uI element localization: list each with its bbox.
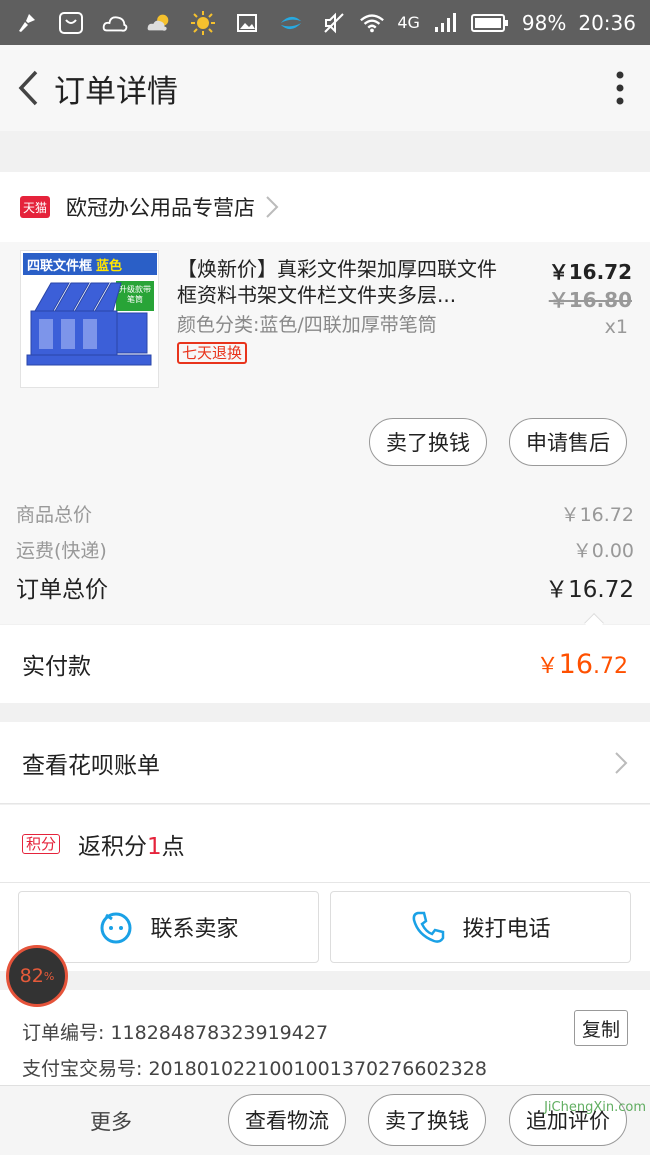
shipping-value: ￥0.00 [572, 540, 634, 562]
cloud-cat-icon [102, 10, 128, 36]
chat-bubble-icon [100, 912, 132, 944]
goods-total-row: 商品总价 ￥16.72 [16, 500, 634, 527]
contact-seller-label: 联系卖家 [150, 917, 239, 942]
weather-cloudy-icon [146, 10, 172, 36]
more-vertical-icon [616, 71, 624, 105]
back-button[interactable] [10, 63, 46, 113]
order-info: 订单编号: 118284878323919427 支付宝交易号: 2018010… [0, 990, 650, 1085]
chevron-right-icon [615, 751, 628, 774]
status-bar: 4G 98% 20:36 [0, 0, 650, 45]
copy-button[interactable]: 复制 [574, 1010, 628, 1046]
order-number: 订单编号: 118284878323919427 [22, 1022, 329, 1044]
sell-button[interactable]: 卖了换钱 [369, 418, 487, 466]
more-link[interactable]: 更多 [90, 1106, 132, 1136]
huabei-bill-row[interactable]: 查看花呗账单 [0, 722, 650, 804]
product-thumbnail[interactable]: 四联文件框 蓝色 升级款带笔筒 [20, 250, 159, 388]
battery-icon [470, 10, 510, 36]
points-badge: 积分 [22, 833, 61, 854]
contact-section: 联系卖家 拨打电话 [0, 883, 650, 971]
watermark: JiChengXin.com [544, 1100, 646, 1115]
app-bar: 订单详情 [0, 45, 650, 131]
price-summary: 商品总价 ￥16.72 运费(快递) ￥0.00 订单总价 ￥16.72 [0, 478, 650, 633]
order-total-row: 订单总价 ￥16.72 [16, 570, 634, 604]
phone-icon [413, 911, 445, 943]
call-phone-label: 拨打电话 [462, 917, 551, 942]
after-sale-button[interactable]: 申请售后 [509, 418, 627, 466]
huabei-label: 查看花呗账单 [22, 752, 160, 779]
product-original-price: ￥16.80 [548, 288, 632, 312]
order-total-label: 订单总价 [16, 577, 108, 603]
product-quantity: x1 [604, 316, 628, 338]
file-rack-image [26, 282, 152, 366]
memory-booster-widget[interactable]: 82% [6, 945, 68, 1007]
paid-amount-row: 实付款 ￥16.72 [0, 625, 650, 703]
points-text: 返积分1点 [78, 833, 185, 860]
page-title: 订单详情 [54, 73, 178, 110]
contact-seller-button[interactable]: 联系卖家 [18, 891, 319, 963]
product-price: ￥16.72 [548, 260, 632, 284]
call-phone-button[interactable]: 拨打电话 [330, 891, 631, 963]
return-policy-tag: 七天退换 [177, 342, 248, 364]
goods-total-label: 商品总价 [16, 504, 93, 526]
shipping-label: 运费(快递) [16, 540, 107, 562]
bottom-action-bar: 更多 查看物流 卖了换钱 追加评价 [0, 1085, 650, 1155]
mute-icon [321, 10, 347, 36]
more-options-button[interactable] [600, 63, 640, 113]
product-spec: 颜色分类:蓝色/四联加厚带笔筒 [177, 314, 437, 336]
goods-total-value: ￥16.72 [560, 504, 634, 526]
network-type: 4G [397, 13, 420, 32]
alipay-transaction-number: 支付宝交易号: 2018010221001001370276602328 [22, 1058, 487, 1080]
sun-icon [190, 10, 216, 36]
order-total-value: ￥16.72 [545, 577, 634, 603]
broom-icon [14, 10, 40, 36]
store-row[interactable]: 天猫 欧冠办公用品专营店 [0, 172, 650, 242]
wifi-icon [359, 10, 385, 36]
paid-label: 实付款 [22, 654, 91, 680]
sell-again-button[interactable]: 卖了换钱 [368, 1094, 486, 1146]
china-mobile-icon [278, 10, 304, 36]
signal-icon [432, 10, 458, 36]
product-item[interactable]: 四联文件框 蓝色 升级款带笔筒 【焕新价】真彩文件架加厚四联文件框资料书架文件栏文… [0, 242, 650, 478]
store-name: 欧冠办公用品专营店 [66, 196, 255, 220]
battery-percent: 98% [521, 10, 567, 35]
paid-amount: ￥16.72 [536, 649, 628, 680]
tmall-badge: 天猫 [20, 196, 50, 218]
view-logistics-button[interactable]: 查看物流 [228, 1094, 346, 1146]
image-icon [234, 10, 260, 36]
points-row: 积分 返积分1点 [0, 805, 650, 883]
shopping-bag-icon [58, 10, 84, 36]
chevron-right-icon [266, 196, 279, 218]
shipping-row: 运费(快递) ￥0.00 [16, 536, 634, 563]
clock: 20:36 [578, 10, 636, 35]
chevron-left-icon [18, 70, 38, 106]
product-name[interactable]: 【焕新价】真彩文件架加厚四联文件框资料书架文件栏文件夹多层... [177, 256, 512, 308]
